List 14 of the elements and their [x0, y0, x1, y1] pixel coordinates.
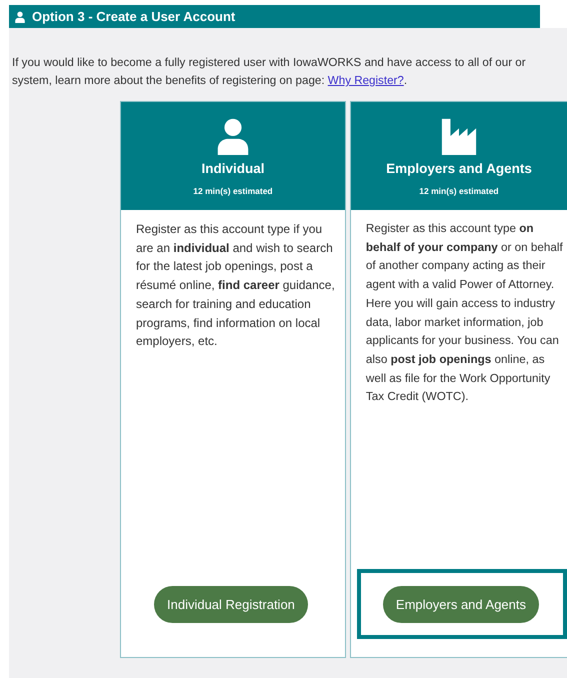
person-icon: [14, 10, 26, 22]
card-description: Register as this account type on behalf of your company or on behalf of another company acting as their agent with a valid Power of Attorney. Here you will gain access to industry data, labor market information, job applicants for your business. You can also post job openings online, as well as file for the Work Opportunity Tax Credit (WOTC).: [364, 221, 564, 406]
section-title: Option 3 - Create a User Account: [32, 9, 236, 24]
intro-text: If you would like to become a fully registered user with IowaWORKS and have access to all of our or: [12, 55, 527, 71]
time-estimate: 12 min(s) estimated: [419, 186, 499, 196]
card-title: Employers and Agents: [386, 160, 532, 176]
card-description: Register as this account type if you are an individual and wish to search for the latest job openings, post a résumé online, find career guidance, search for training and education programs, find information on local employers, etc.: [135, 221, 336, 350]
factory-icon: [440, 116, 478, 154]
intro-text: system, learn more about the benefits of registering on page: Why Register?.: [12, 73, 408, 89]
card-title: Individual: [201, 160, 264, 176]
time-estimate: 12 min(s) estimated: [193, 186, 273, 196]
register-button[interactable]: Individual Registration: [154, 586, 308, 622]
register-button[interactable]: Employers and Agents: [382, 586, 539, 622]
why-register-link[interactable]: Why Register?: [328, 74, 404, 87]
